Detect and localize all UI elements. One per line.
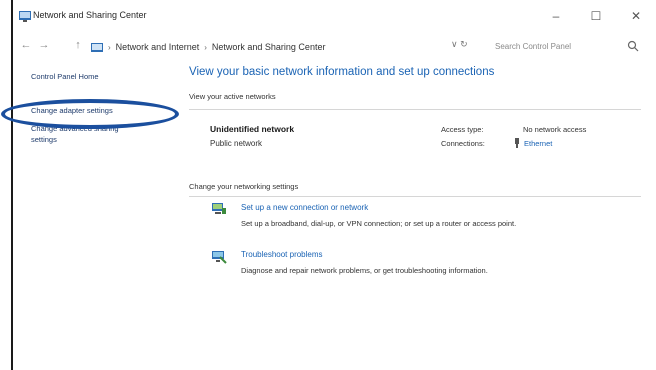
network-sharing-center-window: Network and Sharing Center – ☐ ✕ ← → ↑ ›… <box>1 0 656 370</box>
chevron-right-icon: › <box>204 42 207 52</box>
window-title: Network and Sharing Center <box>33 10 147 20</box>
minimize-button[interactable]: – <box>536 0 576 32</box>
search-icon <box>627 40 639 52</box>
divider <box>189 109 641 110</box>
change-advanced-sharing-link-line2[interactable]: settings <box>31 135 57 144</box>
setup-new-connection-link[interactable]: Set up a new connection or network <box>241 203 368 212</box>
refresh-button[interactable]: ∨ ↻ <box>451 39 468 50</box>
network-name: Unidentified network <box>210 124 295 134</box>
new-connection-icon <box>212 203 226 214</box>
connections-label: Connections: <box>441 139 485 148</box>
troubleshoot-problems-desc: Diagnose and repair network problems, or… <box>241 266 488 275</box>
troubleshoot-icon <box>212 251 227 264</box>
up-button[interactable]: ↑ <box>71 39 85 51</box>
back-button[interactable]: ← <box>19 39 33 51</box>
change-advanced-sharing-link[interactable]: Change advanced sharing <box>31 124 119 133</box>
ethernet-connection-link[interactable]: Ethernet <box>524 139 552 148</box>
control-panel-home-link[interactable]: Control Panel Home <box>31 72 99 81</box>
address-bar: ← → ↑ › Network and Internet › Network a… <box>13 35 656 57</box>
close-button[interactable]: ✕ <box>616 0 656 32</box>
troubleshoot-problems-link[interactable]: Troubleshoot problems <box>241 250 323 259</box>
divider <box>189 196 641 197</box>
active-networks-heading: View your active networks <box>189 92 276 101</box>
search-placeholder: Search Control Panel <box>495 41 572 51</box>
title-bar: Network and Sharing Center – ☐ ✕ <box>13 0 656 32</box>
chevron-right-icon: › <box>108 42 111 52</box>
breadcrumb[interactable]: › Network and Internet › Network and Sha… <box>91 39 325 55</box>
forward-button[interactable]: → <box>37 39 51 51</box>
change-adapter-settings-link[interactable]: Change adapter settings <box>31 106 113 115</box>
ethernet-icon <box>515 138 519 148</box>
page-title: View your basic network information and … <box>189 66 495 78</box>
network-type-link[interactable]: Public network <box>210 139 262 148</box>
network-center-app-icon <box>19 11 31 22</box>
caption-buttons: – ☐ ✕ <box>536 0 656 32</box>
access-type-value: No network access <box>523 125 587 134</box>
search-input[interactable]: Search Control Panel <box>483 37 641 55</box>
change-settings-heading: Change your networking settings <box>189 182 299 191</box>
crumb-network-sharing-center[interactable]: Network and Sharing Center <box>212 42 326 52</box>
crumb-network-internet[interactable]: Network and Internet <box>116 42 200 52</box>
setup-new-connection-desc: Set up a broadband, dial-up, or VPN conn… <box>241 219 517 228</box>
access-type-label: Access type: <box>441 125 484 134</box>
maximize-button[interactable]: ☐ <box>576 0 616 32</box>
control-panel-icon <box>91 42 103 52</box>
